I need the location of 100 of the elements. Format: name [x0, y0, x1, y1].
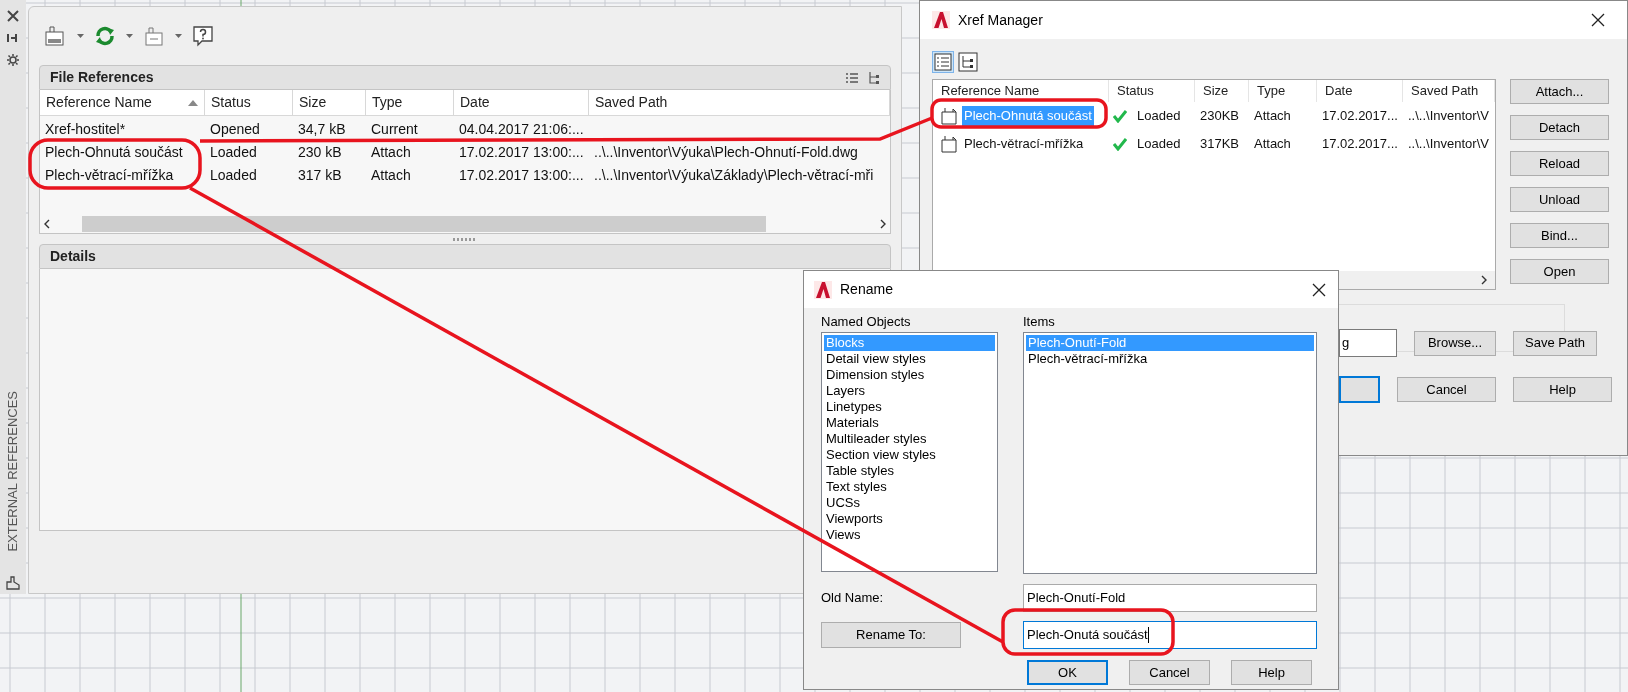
settings-icon[interactable] [7, 54, 19, 66]
help-icon[interactable] [192, 25, 214, 47]
window-title: Xref Manager [958, 10, 1043, 30]
pin-icon[interactable] [7, 32, 19, 44]
column-header[interactable]: Reference Name [941, 81, 1040, 101]
old-name-field[interactable]: Plech-Onutí-Fold [1023, 584, 1317, 612]
rename-to-button[interactable]: Rename To: [821, 622, 961, 648]
table-cell-text: Loaded [1137, 107, 1181, 126]
field-label: Named Objects [821, 313, 912, 331]
table-cell-text: 317 kB [298, 166, 342, 185]
table-cell-text: 17.02.2017 13:00:... [459, 143, 584, 162]
table-cell-text: ..\..\Inventor\Výuka\Základy\Plech-větrací-mři [594, 166, 874, 185]
column-header[interactable]: Type [1257, 81, 1286, 101]
sort-ascending-icon [188, 99, 198, 106]
ok-button[interactable] [1339, 376, 1380, 403]
column-header[interactable]: Type [366, 90, 454, 115]
refresh-icon[interactable] [94, 25, 116, 47]
column-header[interactable]: Date [454, 90, 589, 115]
scroll-left-icon[interactable] [44, 219, 50, 229]
table-cell-text: Xref-hostitel* [45, 120, 126, 139]
window-title: Rename [840, 280, 893, 299]
close-icon[interactable] [1312, 282, 1326, 297]
column-header[interactable]: Status [205, 90, 293, 115]
scroll-right-icon[interactable] [880, 219, 886, 229]
check-icon [1113, 109, 1127, 123]
list-item[interactable]: Table styles [824, 463, 995, 479]
column-header[interactable]: Status [1117, 81, 1154, 101]
table-cell-text: Plech-Ohnutá součást [45, 143, 183, 162]
table-cell-text: Loaded [210, 143, 257, 162]
list-item[interactable]: UCSs [824, 495, 995, 511]
list-item[interactable]: Multileader styles [824, 431, 995, 447]
list-item[interactable]: Views [824, 527, 995, 543]
list-item[interactable]: Text styles [824, 479, 995, 495]
drawing-file-icon [941, 135, 959, 153]
list-item[interactable]: Dimension styles [824, 367, 995, 383]
path-field[interactable]: g [1339, 329, 1397, 357]
check-icon [1113, 137, 1127, 151]
table-cell-text: 230 kB [298, 143, 342, 162]
dropdown-caret-icon[interactable] [77, 34, 84, 38]
button[interactable]: Attach... [1510, 79, 1609, 104]
list-view-icon[interactable] [846, 72, 858, 83]
new-name-field[interactable]: Plech-Onutá součást [1023, 621, 1317, 649]
dialog-button[interactable]: OK [1027, 660, 1108, 685]
table-cell-text: ..\..\Inventor\Výuka\Plech-Ohnutí-Fold.dwg [594, 143, 858, 162]
list-item[interactable]: Section view styles [824, 447, 995, 463]
palette-icon[interactable] [5, 574, 21, 590]
dialog-button[interactable]: Help [1231, 660, 1312, 685]
button[interactable]: Detach [1510, 115, 1609, 140]
tree-view-icon[interactable] [868, 70, 880, 85]
list-item[interactable]: Layers [824, 383, 995, 399]
button[interactable]: Open [1510, 259, 1609, 284]
table-cell-text: Plech-větrací-mřížka [45, 166, 174, 185]
button[interactable]: Save Path [1513, 330, 1597, 356]
table-cell-text: 04.04.2017 21:06:... [459, 120, 584, 139]
tree-view-icon[interactable] [957, 51, 979, 73]
column-header[interactable]: Saved Path [589, 90, 890, 115]
section-title: File References [50, 68, 154, 87]
scroll-right-icon[interactable] [1481, 275, 1487, 285]
table-cell-text: Opened [210, 120, 260, 139]
app-logo-icon [932, 11, 950, 29]
table-cell: 230KB [1200, 108, 1240, 124]
splitter-grip-icon[interactable] [453, 237, 477, 241]
list-item[interactable]: Linetypes [824, 399, 995, 415]
scrollbar-thumb[interactable] [82, 216, 766, 232]
reference-name[interactable]: Plech-větrací-mřížka [962, 134, 1086, 154]
button[interactable]: Reload [1510, 151, 1609, 176]
table-cell-text: Loaded [210, 166, 257, 185]
list-item[interactable]: Materials [824, 415, 995, 431]
table-cell: 17.02.2017... [1322, 108, 1398, 124]
column-header[interactable]: Saved Path [1411, 81, 1479, 101]
dialog-button[interactable]: Cancel [1129, 660, 1210, 685]
list-item[interactable]: Viewports [824, 511, 995, 527]
table-cell-text: Attach [371, 166, 411, 185]
column-header[interactable]: Size [293, 90, 366, 115]
button[interactable]: Help [1513, 377, 1612, 402]
list-item[interactable]: Plech-větrací-mřížka [1026, 351, 1314, 367]
section-title: Details [50, 247, 96, 266]
table-cell-text: Loaded [1137, 135, 1181, 154]
palette-title: EXTERNAL REFERENCES [4, 391, 22, 552]
field-label: Items [1023, 313, 1056, 331]
table-cell-text: 34,7 kB [298, 120, 346, 139]
table-cell: ..\..\Inventor\V [1408, 136, 1489, 152]
button[interactable]: Bind... [1510, 223, 1609, 248]
table-cell-text: 17.02.2017 13:00:... [459, 166, 584, 185]
column-header[interactable]: Date [1325, 81, 1353, 101]
dropdown-caret-icon[interactable] [126, 34, 133, 38]
field-label: Old Name: [821, 589, 885, 608]
table-cell: 317KB [1200, 136, 1240, 152]
dropdown-caret-icon[interactable] [175, 34, 182, 38]
column-header[interactable]: Size [1203, 81, 1229, 101]
drawing-file-icon [941, 107, 959, 125]
close-icon[interactable] [1591, 13, 1605, 27]
close-icon[interactable] [7, 10, 19, 22]
table-cell: Attach [1254, 136, 1291, 152]
button[interactable]: Unload [1510, 187, 1609, 212]
list-item[interactable]: Detail view styles [824, 351, 995, 367]
button[interactable]: Browse... [1414, 330, 1496, 356]
column-header[interactable]: Reference Name [40, 90, 205, 115]
button[interactable]: Cancel [1397, 377, 1496, 402]
table-cell-text: Current [371, 120, 418, 139]
